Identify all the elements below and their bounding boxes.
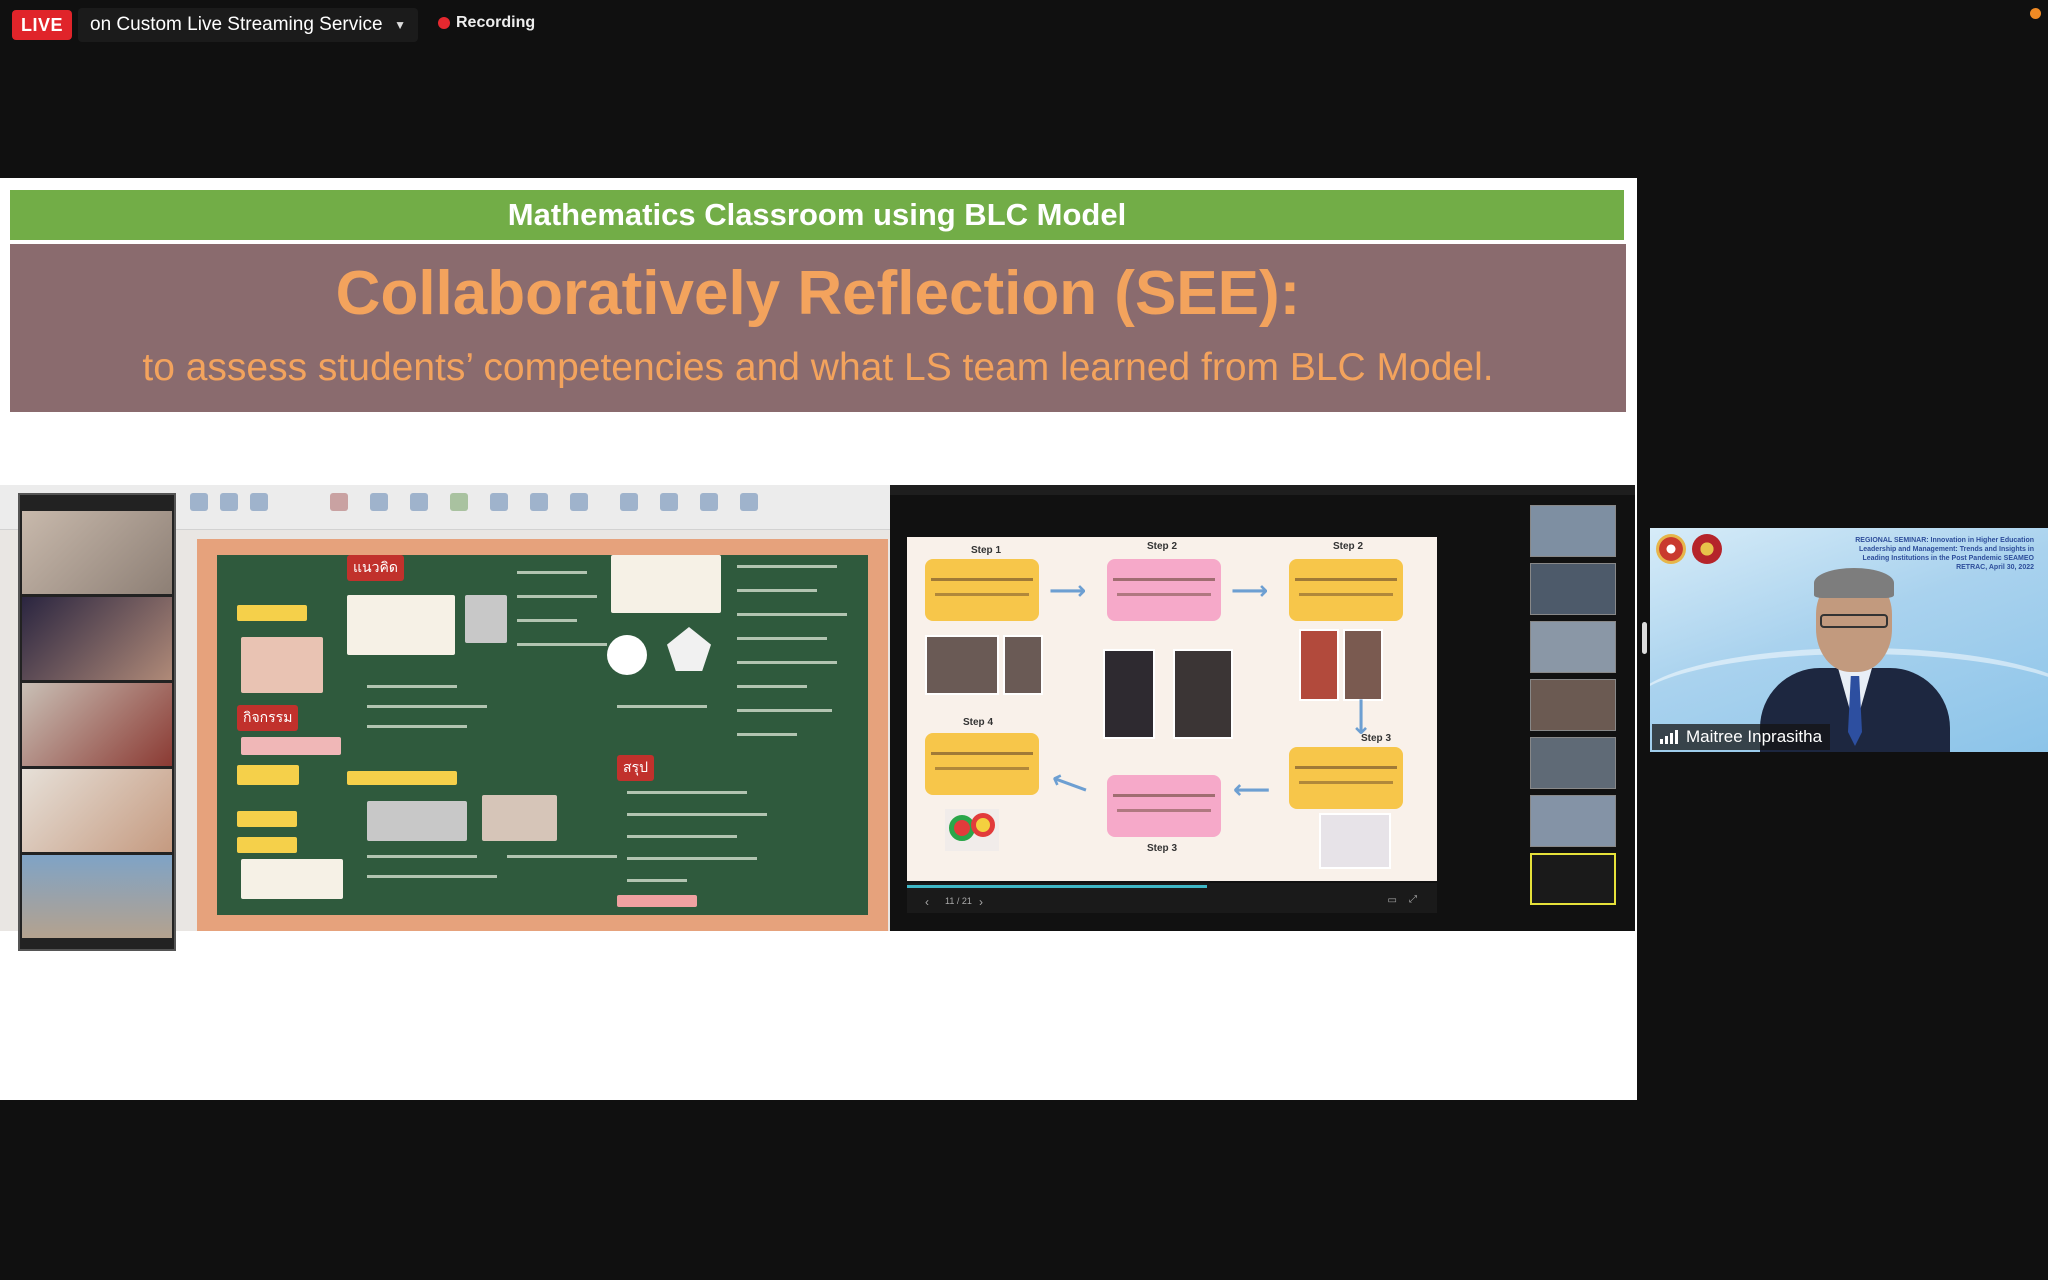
steps-slide: Step 1 Step 2 Step 2 Step 3 Step 4 Step … — [907, 537, 1437, 881]
notification-dot-icon — [2030, 8, 2041, 19]
thumbnail-tile — [1530, 563, 1616, 615]
thumbnail-tile — [1530, 621, 1616, 673]
classroom-board-screenshot: กิจกรรม แนวคิด สรุป — [0, 485, 890, 951]
step-illustration — [943, 807, 1001, 853]
classroom-photo — [1319, 813, 1391, 869]
university-logo-icon — [1692, 534, 1722, 564]
gallery-tile — [22, 511, 172, 594]
prev-slide-icon[interactable]: ‹ — [925, 895, 929, 909]
live-stream-dropdown[interactable]: on Custom Live Streaming Service ▼ — [78, 8, 418, 42]
speaker-name: Maitree Inprasitha — [1686, 727, 1823, 746]
lesson-steps-screenshot: Step 1 Step 2 Step 2 Step 3 Step 4 Step … — [890, 485, 1635, 931]
step-3b-box — [1107, 775, 1221, 837]
arrow-icon: ⟶ — [1049, 575, 1087, 605]
fullscreen-icon[interactable]: ⤢ — [1409, 894, 1417, 905]
thumbnail-tile-active — [1530, 853, 1616, 905]
slide-subtitle: to assess students’ competencies and wha… — [142, 346, 1494, 389]
page-indicator: 11 / 21 — [945, 896, 972, 906]
thumbnail-tile — [1530, 737, 1616, 789]
slideshow-progress — [907, 885, 1207, 888]
board-tag-summary: สรุป — [617, 755, 654, 781]
board-tag-concept: แนวคิด — [347, 555, 404, 581]
gallery-tile — [22, 597, 172, 680]
classroom-photo — [1299, 629, 1339, 701]
classroom-photo — [1343, 629, 1383, 701]
thumbnail-tile — [1530, 505, 1616, 557]
slideshow-controls: ‹ 11 / 21 › ▭ ⤢ — [907, 883, 1437, 913]
step-3-box — [1289, 747, 1403, 809]
recording-dot-icon — [438, 17, 450, 29]
arrow-icon: ⟶ — [1347, 697, 1378, 736]
seameo-logo-icon — [1656, 534, 1686, 564]
shared-screen: Mathematics Classroom using BLC Model Co… — [0, 178, 1637, 1100]
step-label: Step 4 — [963, 717, 994, 728]
live-badge[interactable]: LIVE — [12, 10, 72, 40]
captions-icon[interactable]: ▭ — [1388, 895, 1397, 906]
classroom-photo — [1103, 649, 1155, 739]
step-label: Step 2 — [1333, 541, 1364, 552]
board-tag: กิจกรรม — [237, 705, 299, 731]
step-2-box — [1107, 559, 1221, 621]
classroom-photo — [1173, 649, 1233, 739]
chalkboard: กิจกรรม แนวคิด สรุป — [217, 555, 868, 915]
classroom-photo — [925, 635, 999, 695]
slide-banner: Mathematics Classroom using BLC Model — [10, 190, 1624, 240]
arrow-icon: ⟶ — [1046, 764, 1093, 806]
step-1-box — [925, 559, 1039, 621]
recording-label: Recording — [456, 14, 536, 31]
chevron-down-icon[interactable]: ▼ — [394, 18, 406, 32]
speaker-hair — [1814, 568, 1894, 598]
step-label: Step 2 — [1147, 541, 1178, 552]
embedded-screenshots: กิจกรรม แนวคิด สรุป Step 1 Step 2 Step 2… — [0, 485, 1635, 951]
meeting-top-bar: LIVE on Custom Live Streaming Service ▼ … — [0, 0, 2048, 48]
screenshot-top-strip — [890, 485, 1635, 495]
stream-service-label: on Custom Live Streaming Service — [90, 14, 383, 35]
gallery-tile — [22, 683, 172, 766]
next-slide-icon[interactable]: › — [979, 895, 983, 909]
split-resize-handle[interactable] — [1642, 622, 1647, 654]
signal-strength-icon — [1660, 730, 1678, 744]
thumbnail-tile — [1530, 795, 1616, 847]
participant-gallery-thumbnails — [18, 493, 176, 951]
arrow-icon: ⟶ — [1231, 575, 1269, 605]
slide-participant-thumbnails — [1530, 505, 1620, 915]
speaker-video-tile[interactable]: REGIONAL SEMINAR: Innovation in Higher E… — [1650, 528, 2048, 752]
speaker-glasses — [1820, 614, 1888, 628]
step-label: Step 3 — [1147, 843, 1178, 854]
step-4-box — [925, 733, 1039, 795]
thumbnail-tile — [1530, 679, 1616, 731]
slide-title: Collaboratively Reflection (SEE): — [335, 259, 1301, 328]
step-2b-box — [1289, 559, 1403, 621]
step-label: Step 1 — [971, 545, 1002, 556]
arrow-icon: ⟶ — [1233, 776, 1271, 806]
gallery-tile — [22, 855, 172, 938]
speaker-name-tag: Maitree Inprasitha — [1652, 724, 1831, 750]
classroom-photo — [1003, 635, 1043, 695]
recording-indicator[interactable]: Recording — [438, 14, 535, 32]
gallery-tile — [22, 769, 172, 852]
slide-title-panel: Collaboratively Reflection (SEE): to ass… — [10, 244, 1626, 412]
virtual-background-text: REGIONAL SEMINAR: Innovation in Higher E… — [1855, 537, 2034, 571]
